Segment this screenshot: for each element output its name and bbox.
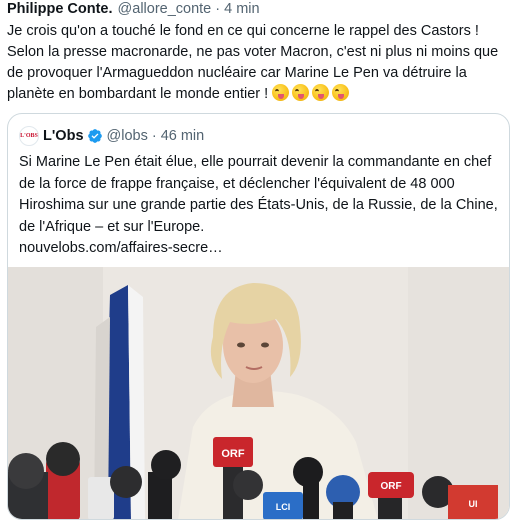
quoted-tweet-text: Si Marine Le Pen était élue, elle pourra… [19, 152, 504, 260]
emoji-group [272, 84, 350, 101]
tweet-timestamp[interactable]: 4 min [224, 1, 259, 17]
author-handle[interactable]: @allore_conte [118, 1, 212, 17]
tweet-header: Philippe Conte. @allore_conte · 4 min [7, 0, 260, 18]
author-name[interactable]: Philippe Conte. [7, 1, 113, 17]
article-link[interactable]: nouvelobs.com/affaires-secre… [19, 240, 223, 256]
tweet-text-content: Je crois qu'on a touché le fond en ce qu… [7, 23, 499, 102]
mic-label-lci: LCI [276, 502, 291, 512]
zany-face-emoji [272, 84, 290, 101]
quoted-separator-dot: · [151, 128, 157, 144]
quoted-author-handle[interactable]: @lobs [107, 128, 148, 144]
verified-badge-icon [87, 129, 102, 143]
press-conference-photo: ORF LCI ORF UI [8, 267, 509, 519]
quoted-media-photo[interactable]: ORF LCI ORF UI [8, 267, 509, 519]
zany-face-emoji [292, 84, 310, 101]
mic-label-orf: ORF [221, 448, 245, 460]
quoted-tweet-card[interactable]: L'OBS L'Obs @lobs · 46 min Si Marine Le … [7, 113, 510, 520]
lobs-logo-avatar[interactable]: L'OBS [19, 126, 39, 146]
tweet-text: Je crois qu'on a touché le fond en ce qu… [7, 21, 512, 105]
zany-face-emoji [312, 84, 330, 101]
separator-dot: · [215, 1, 221, 17]
quoted-author-name[interactable]: L'Obs [43, 128, 84, 144]
zany-face-emoji [332, 84, 350, 101]
quoted-timestamp[interactable]: 46 min [161, 128, 205, 144]
mic-label-orf-2: ORF [380, 481, 401, 492]
quoted-text-content: Si Marine Le Pen était élue, elle pourra… [19, 154, 498, 235]
mic-label-ui: UI [469, 499, 478, 509]
quoted-tweet-header: L'OBS L'Obs @lobs · 46 min [19, 126, 204, 146]
